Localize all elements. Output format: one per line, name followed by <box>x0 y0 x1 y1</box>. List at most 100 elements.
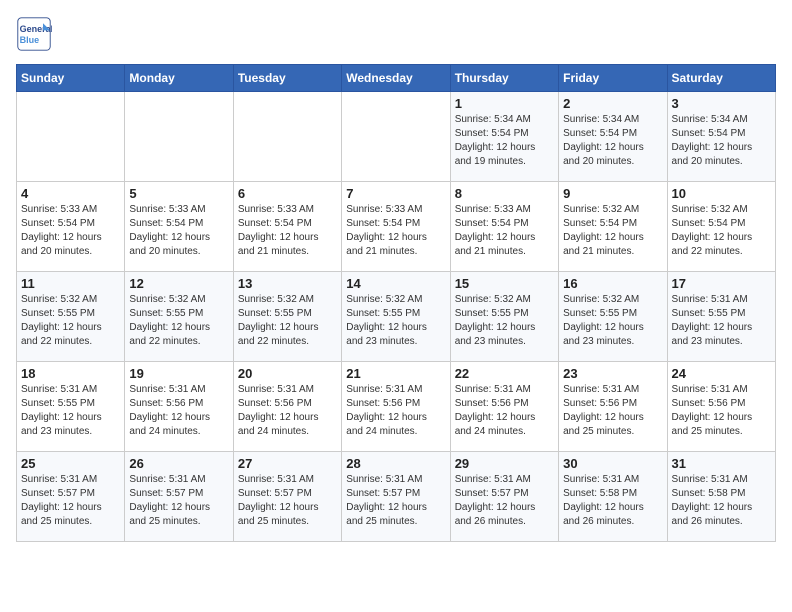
day-number: 2 <box>563 96 662 111</box>
day-number: 12 <box>129 276 228 291</box>
day-info: Sunrise: 5:32 AM Sunset: 5:55 PM Dayligh… <box>238 293 337 349</box>
day-info: Sunrise: 5:31 AM Sunset: 5:57 PM Dayligh… <box>21 473 120 529</box>
logo-icon: General Blue <box>16 16 52 52</box>
day-number: 1 <box>455 96 554 111</box>
day-number: 9 <box>563 186 662 201</box>
day-info: Sunrise: 5:31 AM Sunset: 5:55 PM Dayligh… <box>672 293 771 349</box>
header: General Blue <box>16 16 776 52</box>
weekday-header-saturday: Saturday <box>667 65 775 92</box>
calendar-cell: 9 Sunrise: 5:32 AM Sunset: 5:54 PM Daylig… <box>559 182 667 272</box>
day-info: Sunrise: 5:33 AM Sunset: 5:54 PM Dayligh… <box>346 203 445 259</box>
calendar-cell <box>233 92 341 182</box>
calendar-cell <box>125 92 233 182</box>
day-info: Sunrise: 5:31 AM Sunset: 5:57 PM Dayligh… <box>346 473 445 529</box>
calendar-cell: 4Sunrise: 5:33 AM Sunset: 5:54 PM Daylig… <box>17 182 125 272</box>
day-number: 27 <box>238 456 337 471</box>
day-info: Sunrise: 5:31 AM Sunset: 5:55 PM Dayligh… <box>21 383 120 439</box>
day-info: Sunrise: 5:31 AM Sunset: 5:56 PM Dayligh… <box>455 383 554 439</box>
calendar-cell: 7 Sunrise: 5:33 AM Sunset: 5:54 PM Daylig… <box>342 182 450 272</box>
day-info: Sunrise: 5:32 AM Sunset: 5:55 PM Dayligh… <box>129 293 228 349</box>
day-info: Sunrise: 5:31 AM Sunset: 5:57 PM Dayligh… <box>238 473 337 529</box>
calendar-cell: 12 Sunrise: 5:32 AM Sunset: 5:55 PM Dayli… <box>125 272 233 362</box>
calendar-cell <box>17 92 125 182</box>
logo: General Blue <box>16 16 58 52</box>
day-info: Sunrise: 5:33 AM Sunset: 5:54 PM Dayligh… <box>129 203 228 259</box>
calendar-cell: 20Sunrise: 5:31 AM Sunset: 5:56 PM Dayli… <box>233 362 341 452</box>
calendar-cell: 11 Sunrise: 5:32 AM Sunset: 5:55 PM Dayli… <box>17 272 125 362</box>
day-info: Sunrise: 5:32 AM Sunset: 5:55 PM Dayligh… <box>563 293 662 349</box>
weekday-header-monday: Monday <box>125 65 233 92</box>
day-info: Sunrise: 5:31 AM Sunset: 5:56 PM Dayligh… <box>672 383 771 439</box>
weekday-header-row: SundayMondayTuesdayWednesdayThursdayFrid… <box>17 65 776 92</box>
calendar-cell: 5Sunrise: 5:33 AM Sunset: 5:54 PM Daylig… <box>125 182 233 272</box>
day-info: Sunrise: 5:31 AM Sunset: 5:56 PM Dayligh… <box>238 383 337 439</box>
day-number: 4 <box>21 186 120 201</box>
weekday-header-wednesday: Wednesday <box>342 65 450 92</box>
day-info: Sunrise: 5:32 AM Sunset: 5:55 PM Dayligh… <box>346 293 445 349</box>
day-number: 16 <box>563 276 662 291</box>
day-info: Sunrise: 5:32 AM Sunset: 5:54 PM Dayligh… <box>563 203 662 259</box>
day-number: 14 <box>346 276 445 291</box>
day-number: 23 <box>563 366 662 381</box>
day-number: 22 <box>455 366 554 381</box>
weekday-header-tuesday: Tuesday <box>233 65 341 92</box>
calendar-cell: 31Sunrise: 5:31 AM Sunset: 5:58 PM Dayli… <box>667 452 775 542</box>
calendar-week-4: 18 Sunrise: 5:31 AM Sunset: 5:55 PM Dayli… <box>17 362 776 452</box>
calendar-cell: 28 Sunrise: 5:31 AM Sunset: 5:57 PM Dayli… <box>342 452 450 542</box>
day-info: Sunrise: 5:31 AM Sunset: 5:56 PM Dayligh… <box>129 383 228 439</box>
calendar-cell: 26Sunrise: 5:31 AM Sunset: 5:57 PM Dayli… <box>125 452 233 542</box>
day-number: 11 <box>21 276 120 291</box>
calendar-cell: 29 Sunrise: 5:31 AM Sunset: 5:57 PM Dayli… <box>450 452 558 542</box>
svg-text:Blue: Blue <box>20 35 40 45</box>
calendar-cell: 13 Sunrise: 5:32 AM Sunset: 5:55 PM Dayli… <box>233 272 341 362</box>
calendar-cell: 27 Sunrise: 5:31 AM Sunset: 5:57 PM Dayli… <box>233 452 341 542</box>
calendar: SundayMondayTuesdayWednesdayThursdayFrid… <box>16 64 776 542</box>
calendar-cell: 23 Sunrise: 5:31 AM Sunset: 5:56 PM Dayli… <box>559 362 667 452</box>
day-number: 26 <box>129 456 228 471</box>
day-number: 17 <box>672 276 771 291</box>
calendar-cell: 8Sunrise: 5:33 AM Sunset: 5:54 PM Daylig… <box>450 182 558 272</box>
day-info: Sunrise: 5:34 AM Sunset: 5:54 PM Dayligh… <box>672 113 771 169</box>
day-info: Sunrise: 5:32 AM Sunset: 5:55 PM Dayligh… <box>21 293 120 349</box>
day-number: 13 <box>238 276 337 291</box>
day-info: Sunrise: 5:33 AM Sunset: 5:54 PM Dayligh… <box>455 203 554 259</box>
day-info: Sunrise: 5:31 AM Sunset: 5:58 PM Dayligh… <box>563 473 662 529</box>
day-number: 10 <box>672 186 771 201</box>
calendar-cell: 17 Sunrise: 5:31 AM Sunset: 5:55 PM Dayli… <box>667 272 775 362</box>
calendar-cell: 25 Sunrise: 5:31 AM Sunset: 5:57 PM Dayli… <box>17 452 125 542</box>
weekday-header-sunday: Sunday <box>17 65 125 92</box>
day-info: Sunrise: 5:34 AM Sunset: 5:54 PM Dayligh… <box>455 113 554 169</box>
day-info: Sunrise: 5:33 AM Sunset: 5:54 PM Dayligh… <box>238 203 337 259</box>
day-info: Sunrise: 5:32 AM Sunset: 5:54 PM Dayligh… <box>672 203 771 259</box>
day-number: 29 <box>455 456 554 471</box>
calendar-cell: 2 Sunrise: 5:34 AM Sunset: 5:54 PM Daylig… <box>559 92 667 182</box>
weekday-header-thursday: Thursday <box>450 65 558 92</box>
day-number: 19 <box>129 366 228 381</box>
calendar-cell: 18 Sunrise: 5:31 AM Sunset: 5:55 PM Dayli… <box>17 362 125 452</box>
calendar-header: SundayMondayTuesdayWednesdayThursdayFrid… <box>17 65 776 92</box>
day-number: 25 <box>21 456 120 471</box>
calendar-cell: 3 Sunrise: 5:34 AM Sunset: 5:54 PM Daylig… <box>667 92 775 182</box>
day-number: 30 <box>563 456 662 471</box>
day-info: Sunrise: 5:34 AM Sunset: 5:54 PM Dayligh… <box>563 113 662 169</box>
calendar-cell: 21 Sunrise: 5:31 AM Sunset: 5:56 PM Dayli… <box>342 362 450 452</box>
calendar-cell: 16 Sunrise: 5:32 AM Sunset: 5:55 PM Dayli… <box>559 272 667 362</box>
day-info: Sunrise: 5:31 AM Sunset: 5:56 PM Dayligh… <box>563 383 662 439</box>
day-number: 7 <box>346 186 445 201</box>
day-info: Sunrise: 5:31 AM Sunset: 5:58 PM Dayligh… <box>672 473 771 529</box>
calendar-cell: 1 Sunrise: 5:34 AM Sunset: 5:54 PM Daylig… <box>450 92 558 182</box>
calendar-cell <box>342 92 450 182</box>
calendar-cell: 15Sunrise: 5:32 AM Sunset: 5:55 PM Dayli… <box>450 272 558 362</box>
day-number: 3 <box>672 96 771 111</box>
day-number: 21 <box>346 366 445 381</box>
calendar-week-2: 4 Sunrise: 5:33 AM Sunset: 5:54 PM Daylig… <box>17 182 776 272</box>
day-info: Sunrise: 5:31 AM Sunset: 5:56 PM Dayligh… <box>346 383 445 439</box>
day-number: 6 <box>238 186 337 201</box>
calendar-cell: 19 Sunrise: 5:31 AM Sunset: 5:56 PM Dayli… <box>125 362 233 452</box>
calendar-cell: 10 Sunrise: 5:32 AM Sunset: 5:54 PM Dayli… <box>667 182 775 272</box>
day-info: Sunrise: 5:31 AM Sunset: 5:57 PM Dayligh… <box>455 473 554 529</box>
day-number: 28 <box>346 456 445 471</box>
day-number: 15 <box>455 276 554 291</box>
calendar-cell: 22 Sunrise: 5:31 AM Sunset: 5:56 PM Dayli… <box>450 362 558 452</box>
day-number: 18 <box>21 366 120 381</box>
